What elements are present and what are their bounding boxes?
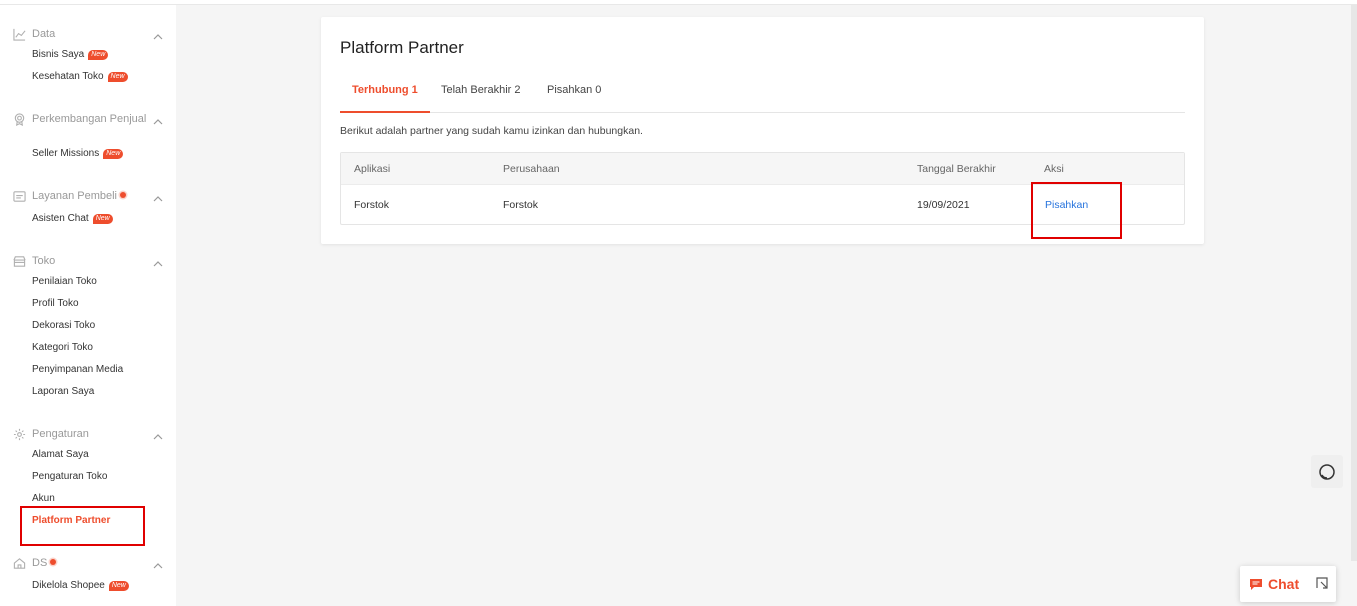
- top-bar: [0, 0, 1357, 5]
- sidebar-item-label: Seller Missions: [32, 148, 100, 159]
- chevron-up-icon[interactable]: [153, 256, 163, 267]
- home-icon: [13, 557, 26, 570]
- new-badge: New: [107, 72, 128, 82]
- sidebar-item-penilaian-toko[interactable]: Penilaian Toko: [32, 276, 97, 288]
- sidebar-item-bisnis-saya[interactable]: Bisnis Saya New: [32, 49, 109, 61]
- sidebar-item-laporan-saya[interactable]: Laporan Saya: [32, 386, 94, 398]
- sidebar-item-penyimpanan-media[interactable]: Penyimpanan Media: [32, 364, 123, 376]
- sidebar-item-label: Bisnis Saya: [32, 49, 85, 60]
- chart-icon: [13, 28, 26, 41]
- column-header-tanggal-berakhir: Tanggal Berakhir: [917, 163, 996, 175]
- chevron-up-icon[interactable]: [153, 429, 163, 440]
- sidebar-item-dekorasi-toko[interactable]: Dekorasi Toko: [32, 320, 95, 332]
- sidebar-item-label: Dikelola Shopee: [32, 580, 105, 591]
- sidebar-item-label: Kesehatan Toko: [32, 71, 104, 82]
- sidebar-item-alamat-saya[interactable]: Alamat Saya: [32, 449, 89, 461]
- sidebar-section-title: Perkembangan Penjual: [32, 113, 147, 125]
- column-header-perusahaan: Perusahaan: [503, 163, 560, 175]
- highlight-box: [20, 506, 145, 546]
- sidebar-item-kategori-toko[interactable]: Kategori Toko: [32, 342, 93, 354]
- sidebar-item-seller-missions[interactable]: Seller Missions New: [32, 148, 124, 160]
- scrollbar[interactable]: [1351, 5, 1357, 561]
- cell-aplikasi: Forstok: [354, 199, 390, 211]
- sidebar-section-title: Toko: [32, 255, 56, 267]
- chat-widget[interactable]: Chat: [1240, 566, 1336, 602]
- notification-dot: [50, 559, 57, 565]
- sidebar-item-profil-toko[interactable]: Profil Toko: [32, 298, 79, 310]
- sidebar-item-asisten-chat[interactable]: Asisten Chat New: [32, 213, 113, 225]
- expand-icon[interactable]: [1316, 577, 1328, 589]
- cell-perusahaan: Forstok: [503, 199, 539, 211]
- table-header: Aplikasi Perusahaan Tanggal Berakhir Aks…: [341, 153, 1184, 185]
- support-button[interactable]: [1311, 455, 1343, 488]
- column-header-aksi: Aksi: [1044, 163, 1064, 175]
- headset-icon: [1319, 463, 1335, 480]
- sidebar-section-label: Layanan Pembeli: [32, 190, 118, 202]
- chevron-up-icon[interactable]: [153, 29, 163, 40]
- cell-tanggal-berakhir: 19/09/2021: [917, 199, 970, 211]
- sidebar-section-pengaturan[interactable]: Pengaturan: [13, 427, 163, 441]
- tab-bar: Terhubung 1 Telah Berakhir 2 Pisahkan 0: [340, 79, 1185, 113]
- gear-icon: [13, 428, 26, 441]
- message-box-icon: [13, 190, 26, 203]
- notification-dot: [120, 192, 127, 198]
- sidebar-section-label: DS: [32, 557, 48, 569]
- page-title: Platform Partner: [340, 38, 464, 57]
- description-text: Berikut adalah partner yang sudah kamu i…: [340, 125, 643, 137]
- tab-telah-berakhir[interactable]: Telah Berakhir 2: [429, 79, 533, 113]
- new-badge: New: [108, 581, 129, 591]
- new-badge: New: [103, 149, 124, 159]
- sidebar-section-toko[interactable]: Toko: [13, 254, 163, 268]
- shop-icon: [13, 255, 26, 268]
- column-header-aplikasi: Aplikasi: [354, 163, 391, 175]
- chat-bubble-icon: [1250, 578, 1262, 590]
- sidebar-section-title: Pengaturan: [32, 428, 89, 440]
- new-badge: New: [92, 214, 113, 224]
- sidebar-section-data[interactable]: Data: [13, 27, 163, 41]
- sidebar-item-label: Asisten Chat: [32, 213, 89, 224]
- chevron-up-icon[interactable]: [153, 558, 163, 569]
- sidebar-section-title: Data: [32, 28, 56, 40]
- sidebar-item-kesehatan-toko[interactable]: Kesehatan Toko New: [32, 71, 128, 83]
- medal-icon: [13, 113, 26, 126]
- new-badge: New: [88, 50, 109, 60]
- chat-label: Chat: [1268, 576, 1300, 592]
- sidebar-section-layanan-pembeli[interactable]: Layanan Pembeli: [13, 189, 163, 203]
- sidebar-section-title: DS: [32, 556, 149, 570]
- chevron-up-icon[interactable]: [153, 191, 163, 202]
- sidebar-section-title: Layanan Pembeli: [32, 189, 149, 203]
- sidebar-item-akun[interactable]: Akun: [32, 493, 55, 505]
- highlight-box: [1031, 182, 1122, 239]
- tab-pisahkan[interactable]: Pisahkan 0: [535, 79, 613, 113]
- sidebar-item-pengaturan-toko[interactable]: Pengaturan Toko: [32, 471, 107, 483]
- sidebar-item-dikelola-shopee[interactable]: Dikelola Shopee New: [32, 580, 129, 592]
- sidebar-section-ds[interactable]: DS: [13, 556, 163, 570]
- sidebar-section-perkembangan-penjual[interactable]: Perkembangan Penjual: [13, 112, 163, 126]
- chevron-up-icon[interactable]: [153, 114, 163, 125]
- tab-terhubung[interactable]: Terhubung 1: [340, 79, 430, 113]
